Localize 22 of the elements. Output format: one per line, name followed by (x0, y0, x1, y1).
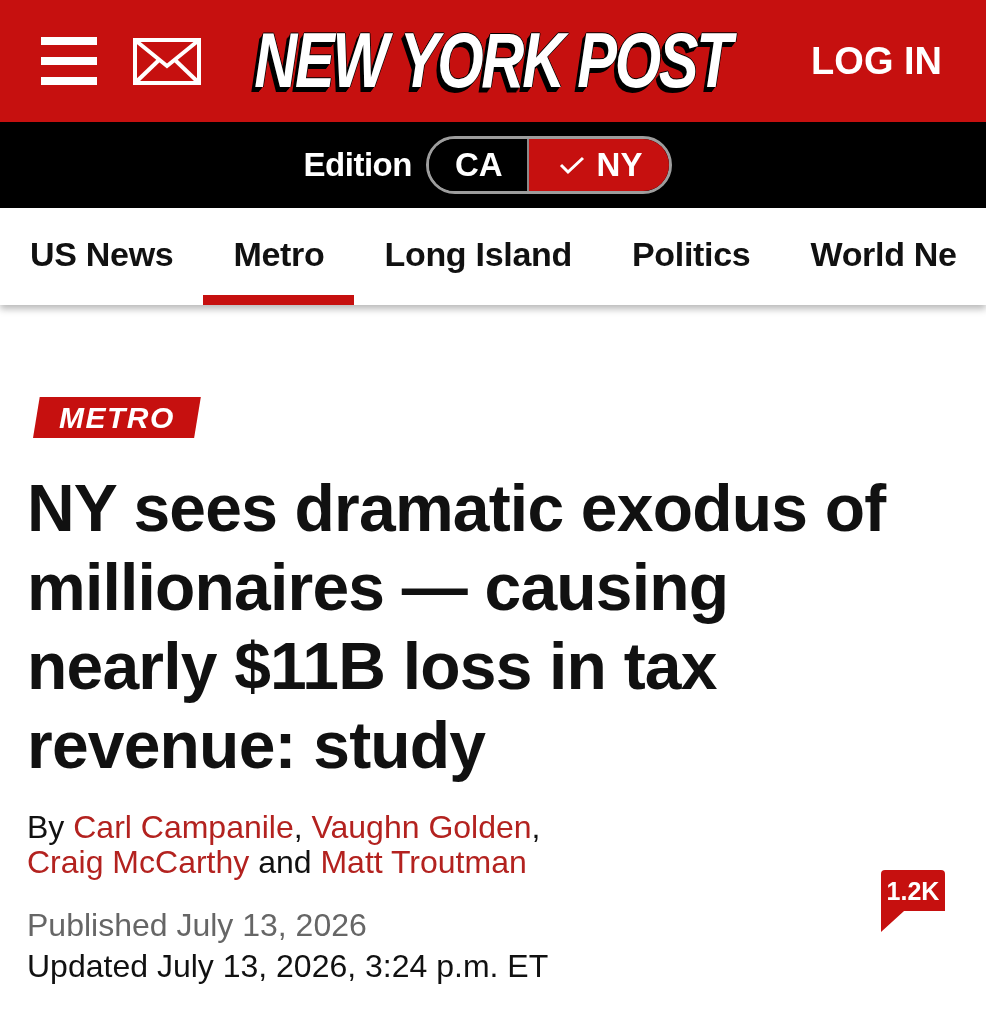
envelope-icon[interactable] (133, 37, 201, 85)
login-button[interactable]: LOG IN (811, 39, 942, 83)
nav-tab[interactable]: US News (0, 208, 204, 305)
site-logo[interactable]: NEW YORK POST (245, 16, 742, 106)
edition-option[interactable]: NY (526, 139, 670, 191)
check-icon (558, 155, 585, 175)
author-link[interactable]: Vaughn Golden (311, 809, 532, 845)
menu-icon[interactable] (41, 37, 97, 85)
nav-tab[interactable]: World Ne (780, 208, 986, 305)
author-link[interactable]: Matt Troutman (320, 844, 527, 880)
nav-tab[interactable]: Politics (601, 208, 781, 305)
section-label[interactable]: METRO (33, 397, 201, 438)
comment-count-button[interactable]: 1.2K (881, 870, 945, 932)
author-link[interactable]: Craig McCarthy (27, 844, 250, 880)
edition-label: Edition (303, 146, 412, 184)
nav-tab[interactable]: Long Island (354, 208, 602, 305)
updated-date: Updated July 13, 2026, 3:24 p.m. ET (27, 947, 550, 986)
author-link[interactable]: Carl Campanile (73, 809, 294, 845)
byline: By Carl Campanile, Vaughn Golden, Craig McCarthy and Matt Troutman (27, 810, 542, 880)
nav-tab[interactable]: Metro (203, 208, 355, 305)
headline: NY sees dramatic exodus of millionaires — causing nearly $11B loss in tax revenue: study (27, 470, 888, 784)
published-date: Published July 13, 2026 (27, 906, 368, 945)
